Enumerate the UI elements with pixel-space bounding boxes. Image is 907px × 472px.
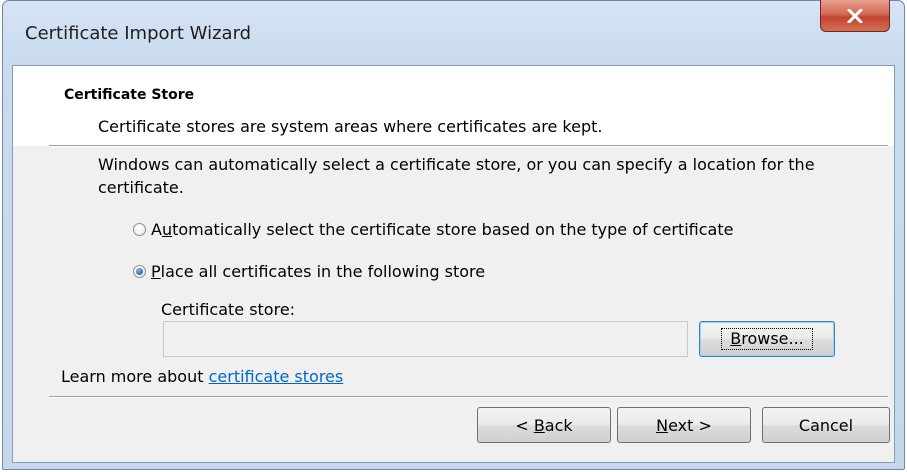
dialog-window: Certificate Import Wizard Certificate St… <box>2 0 905 470</box>
window-title: Certificate Import Wizard <box>25 23 252 44</box>
footer-divider <box>49 396 888 398</box>
learn-more-text: Learn more about certificate stores <box>61 367 344 386</box>
radio-button-place[interactable] <box>133 265 146 278</box>
cancel-button[interactable]: Cancel <box>762 407 890 443</box>
intro-text: Windows can automatically select a certi… <box>98 155 815 197</box>
radio-auto-label: Automatically select the certificate sto… <box>151 220 734 239</box>
next-button[interactable]: Next > <box>617 407 751 443</box>
header-divider <box>49 145 888 147</box>
radio-place-label: Place all certificates in the following … <box>151 262 486 281</box>
certificate-store-field[interactable] <box>163 321 688 357</box>
page-description: Certificate stores are system areas wher… <box>98 117 603 136</box>
certificate-stores-link[interactable]: certificate stores <box>209 367 344 386</box>
close-button[interactable] <box>820 0 890 32</box>
wizard-header: Certificate Store Certificate stores are… <box>13 66 894 146</box>
title-bar[interactable]: Certificate Import Wizard <box>3 0 904 65</box>
wizard-page: Certificate Store Certificate stores are… <box>12 65 895 463</box>
browse-button[interactable]: Browse... <box>699 321 835 357</box>
radio-auto-select[interactable]: Automatically select the certificate sto… <box>133 220 733 239</box>
radio-place-store[interactable]: Place all certificates in the following … <box>133 262 485 281</box>
close-icon <box>847 8 863 23</box>
radio-button-auto[interactable] <box>133 223 146 236</box>
next-button-label: Next > <box>656 415 712 435</box>
certificate-store-label: Certificate store: <box>161 300 296 319</box>
back-button-label: < Back <box>515 415 573 435</box>
back-button[interactable]: < Back <box>477 407 611 443</box>
browse-button-label: Browse... <box>721 328 813 350</box>
page-title: Certificate Store <box>64 87 195 103</box>
